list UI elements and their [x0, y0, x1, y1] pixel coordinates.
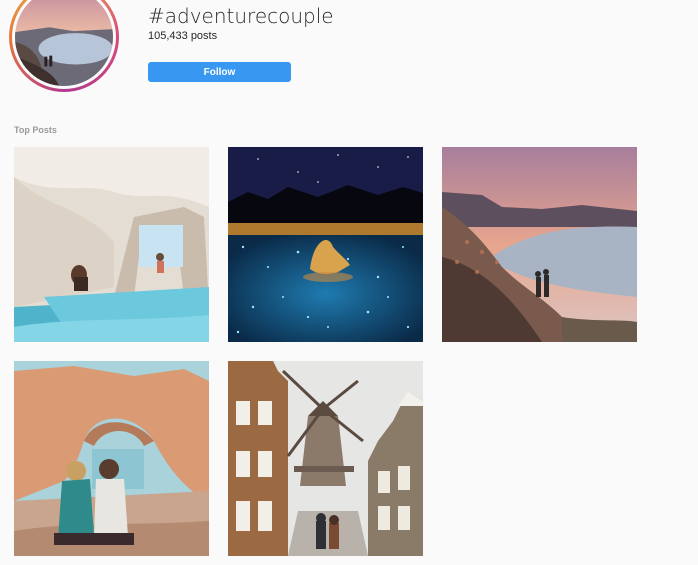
post-thumbnail-windmill-street[interactable]	[228, 361, 423, 556]
hashtag-avatar-ring	[9, 0, 119, 92]
post-image	[14, 147, 209, 342]
post-image	[228, 361, 423, 556]
follow-button[interactable]: Follow	[148, 62, 291, 82]
post-thumbnail-cave-pool[interactable]	[14, 147, 209, 342]
post-thumbnail-rock-arch[interactable]	[14, 361, 209, 556]
post-thumbnail-glowing-water[interactable]	[228, 147, 423, 342]
post-image	[14, 361, 209, 556]
post-thumbnail-lake-view[interactable]	[442, 147, 637, 342]
top-posts-label: Top Posts	[14, 125, 57, 135]
hashtag-title: #adventurecouple	[148, 4, 334, 28]
post-image	[442, 147, 637, 342]
post-image	[228, 147, 423, 342]
hashtag-avatar	[12, 0, 116, 89]
posts-count: 105,433 posts	[148, 30, 218, 42]
